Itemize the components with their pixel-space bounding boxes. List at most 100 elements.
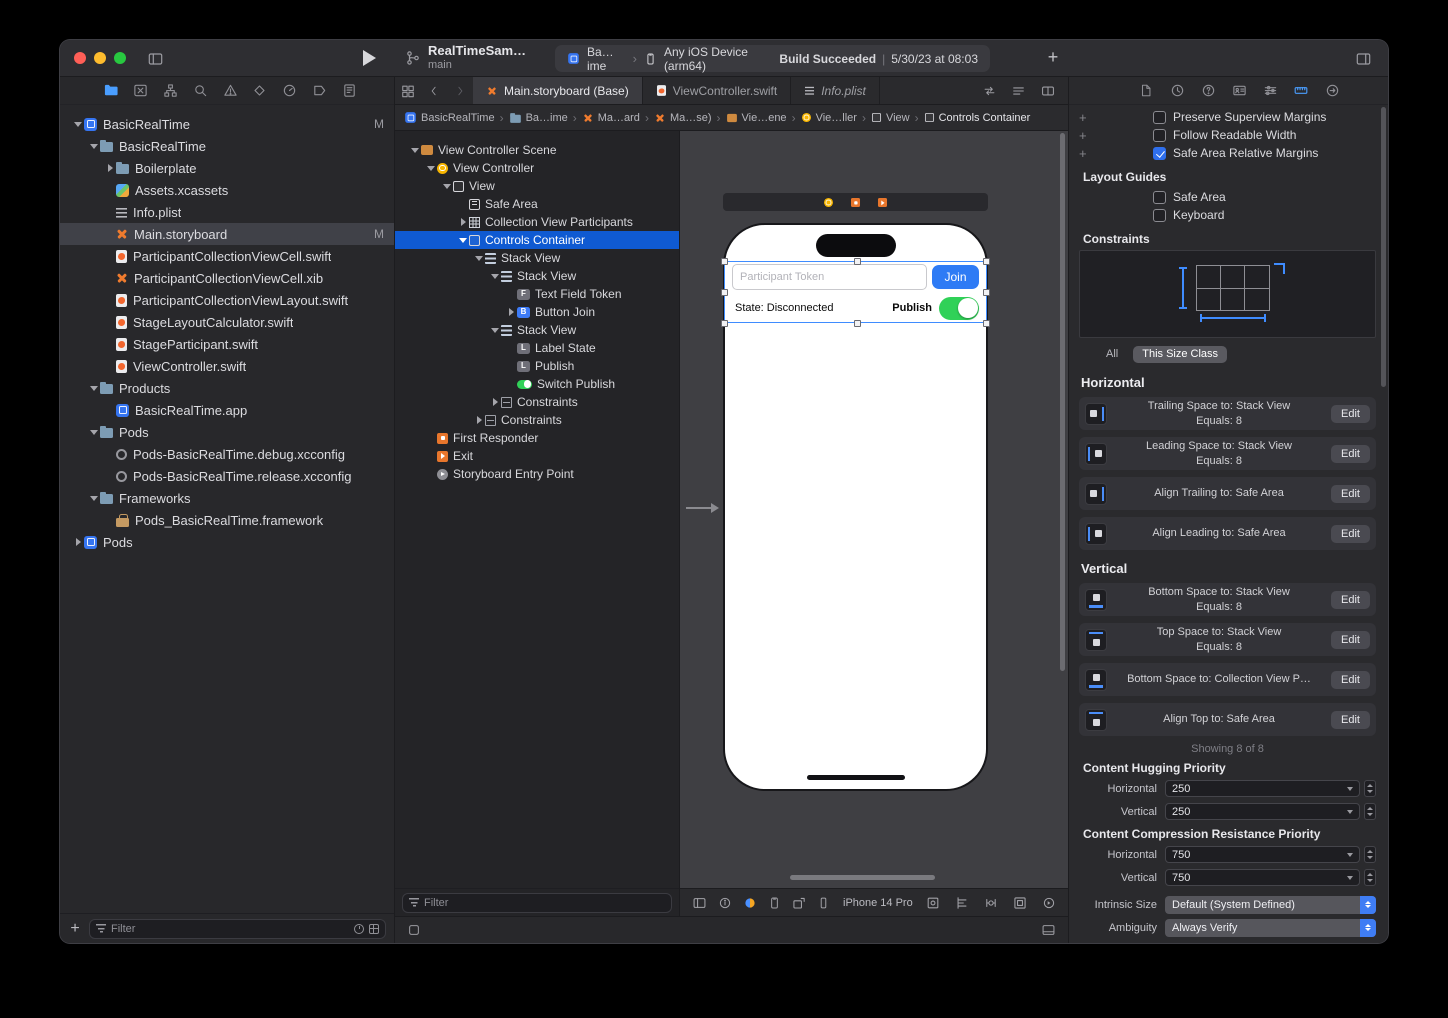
editor-tab[interactable]: ViewController.swift bbox=[643, 77, 791, 104]
first-responder-icon[interactable] bbox=[851, 197, 860, 206]
report-navigator-icon[interactable] bbox=[340, 82, 358, 100]
file-row[interactable]: BasicRealTime.app bbox=[60, 399, 394, 421]
checkbox[interactable] bbox=[1153, 129, 1166, 142]
disclosure-right-icon[interactable] bbox=[489, 398, 501, 406]
attributes-inspector-icon[interactable] bbox=[1261, 82, 1279, 100]
constraint-row[interactable]: Align Top to: Safe AreaEdit bbox=[1079, 703, 1376, 736]
file-row[interactable]: Pods bbox=[60, 531, 394, 553]
participant-token-field[interactable]: Participant Token bbox=[732, 264, 927, 290]
file-row[interactable]: Pods-BasicRealTime.release.xcconfig bbox=[60, 465, 394, 487]
disclosure-down-icon[interactable] bbox=[457, 238, 469, 243]
checkbox[interactable] bbox=[1153, 209, 1166, 222]
outline-row[interactable]: Constraints bbox=[395, 393, 679, 411]
disclosure-down-icon[interactable] bbox=[409, 148, 421, 153]
outline-row[interactable]: View Controller Scene bbox=[395, 141, 679, 159]
constraint-row[interactable]: Bottom Space to: Stack ViewEquals: 8Edit bbox=[1079, 583, 1376, 616]
orientation-icon[interactable] bbox=[792, 896, 806, 910]
source-control-navigator-icon[interactable] bbox=[132, 82, 150, 100]
selection-handle[interactable] bbox=[854, 258, 861, 265]
priority-stepper[interactable] bbox=[1364, 803, 1376, 820]
checkbox[interactable] bbox=[1153, 111, 1166, 124]
align-icon[interactable] bbox=[955, 896, 969, 910]
priority-combo[interactable]: 250 bbox=[1165, 780, 1360, 797]
file-row[interactable]: ParticipantCollectionViewCell.swift bbox=[60, 245, 394, 267]
priority-stepper[interactable] bbox=[1364, 846, 1376, 863]
info-icon[interactable] bbox=[718, 896, 732, 910]
edit-constraint-button[interactable]: Edit bbox=[1331, 445, 1370, 463]
inspector-scrollbar[interactable] bbox=[1381, 107, 1386, 387]
edit-constraint-button[interactable]: Edit bbox=[1331, 591, 1370, 609]
test-navigator-icon[interactable] bbox=[251, 82, 269, 100]
outline-row[interactable]: BButton Join bbox=[395, 303, 679, 321]
outline-row[interactable]: Stack View bbox=[395, 321, 679, 339]
appearance-variant-icon[interactable] bbox=[743, 896, 757, 910]
constraint-row[interactable]: Trailing Space to: Stack ViewEquals: 8Ed… bbox=[1079, 397, 1376, 430]
file-row[interactable]: Boilerplate bbox=[60, 157, 394, 179]
selection-handle[interactable] bbox=[854, 320, 861, 327]
disclosure-down-icon[interactable] bbox=[489, 274, 501, 279]
project-navigator-icon[interactable] bbox=[102, 82, 120, 100]
outline-row[interactable]: LLabel State bbox=[395, 339, 679, 357]
file-row[interactable]: Pods-BasicRealTime.debug.xcconfig bbox=[60, 443, 394, 465]
outline-row[interactable]: Safe Area bbox=[395, 195, 679, 213]
intrinsic-size-select[interactable]: Default (System Defined) bbox=[1165, 896, 1376, 914]
vertical-scrollbar[interactable] bbox=[1060, 133, 1065, 671]
outline-row[interactable]: FText Field Token bbox=[395, 285, 679, 303]
navigator-panel-toggle-icon[interactable] bbox=[144, 48, 166, 70]
disclosure-right-icon[interactable] bbox=[104, 164, 116, 172]
file-row[interactable]: Info.plist bbox=[60, 201, 394, 223]
outline-row[interactable]: Exit bbox=[395, 447, 679, 465]
add-variation-button[interactable]: + bbox=[1079, 146, 1091, 161]
edit-constraint-button[interactable]: Edit bbox=[1331, 671, 1370, 689]
history-inspector-icon[interactable] bbox=[1168, 82, 1186, 100]
navigator-filter-input[interactable]: Filter bbox=[89, 919, 386, 939]
constraint-row[interactable]: Leading Space to: Stack ViewEquals: 8Edi… bbox=[1079, 437, 1376, 470]
edit-constraint-button[interactable]: Edit bbox=[1331, 405, 1370, 423]
selection-handle[interactable] bbox=[983, 258, 990, 265]
constraint-row[interactable]: Align Trailing to: Safe AreaEdit bbox=[1079, 477, 1376, 510]
checkbox[interactable] bbox=[1153, 191, 1166, 204]
priority-combo[interactable]: 750 bbox=[1165, 869, 1360, 886]
back-button[interactable] bbox=[421, 77, 447, 104]
disclosure-down-icon[interactable] bbox=[88, 386, 100, 391]
disclosure-down-icon[interactable] bbox=[489, 328, 501, 333]
size-class-tab[interactable]: All bbox=[1097, 346, 1127, 363]
quick-help-inspector-icon[interactable] bbox=[1199, 82, 1217, 100]
breadcrumb-item[interactable]: View bbox=[871, 112, 910, 124]
edit-constraint-button[interactable]: Edit bbox=[1331, 711, 1370, 729]
outline-row[interactable]: Stack View bbox=[395, 249, 679, 267]
storyboard-canvas[interactable]: Participant Token Join State: Disconnect… bbox=[680, 131, 1068, 888]
minimize-button[interactable] bbox=[94, 52, 106, 64]
priority-combo[interactable]: 250 bbox=[1165, 803, 1360, 820]
source-control-summary[interactable]: RealTimeSam… main bbox=[405, 44, 526, 72]
edit-constraint-button[interactable]: Edit bbox=[1331, 485, 1370, 503]
scm-status-filter-icon[interactable] bbox=[369, 924, 379, 934]
file-row[interactable]: BasicRealTime bbox=[60, 135, 394, 157]
outline-row[interactable]: Storyboard Entry Point bbox=[395, 465, 679, 483]
disclosure-right-icon[interactable] bbox=[72, 538, 84, 546]
disclosure-down-icon[interactable] bbox=[425, 166, 437, 171]
file-row[interactable]: StageLayoutCalculator.swift bbox=[60, 311, 394, 333]
file-row[interactable]: Frameworks bbox=[60, 487, 394, 509]
file-row[interactable]: ParticipantCollectionViewCell.xib bbox=[60, 267, 394, 289]
outline-row[interactable]: Stack View bbox=[395, 267, 679, 285]
file-inspector-icon[interactable] bbox=[1137, 82, 1155, 100]
selection-handle[interactable] bbox=[721, 258, 728, 265]
add-editor-icon[interactable] bbox=[1040, 84, 1056, 98]
size-class-tab[interactable]: This Size Class bbox=[1133, 346, 1227, 363]
find-navigator-icon[interactable] bbox=[191, 82, 209, 100]
outline-filter-input[interactable]: Filter bbox=[402, 893, 672, 913]
file-row[interactable]: BasicRealTimeM bbox=[60, 113, 394, 135]
edit-constraint-button[interactable]: Edit bbox=[1331, 525, 1370, 543]
code-review-icon[interactable] bbox=[982, 84, 997, 98]
disclosure-down-icon[interactable] bbox=[88, 496, 100, 501]
view-controller-icon[interactable] bbox=[824, 197, 833, 206]
recent-files-filter-icon[interactable] bbox=[354, 924, 364, 934]
debug-navigator-icon[interactable] bbox=[281, 82, 299, 100]
breadcrumb-item[interactable]: BasicRealTime bbox=[404, 111, 495, 124]
disclosure-down-icon[interactable] bbox=[72, 122, 84, 127]
constraint-row[interactable]: Top Space to: Stack ViewEquals: 8Edit bbox=[1079, 623, 1376, 656]
outline-toggle-icon[interactable] bbox=[692, 896, 707, 910]
forward-button[interactable] bbox=[447, 77, 473, 104]
add-variation-button[interactable]: + bbox=[1079, 128, 1091, 143]
